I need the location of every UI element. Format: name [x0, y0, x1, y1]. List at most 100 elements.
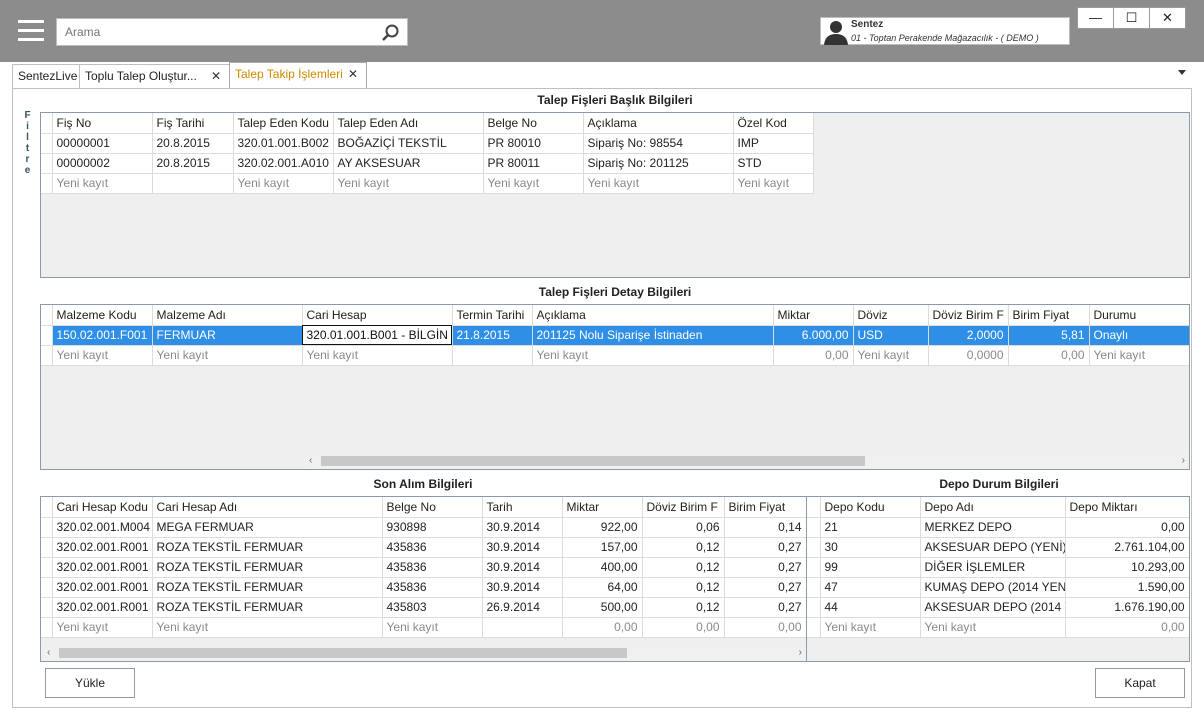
- table-row[interactable]: 21 MERKEZ DEPO 0,00: [807, 517, 1189, 538]
- column-header[interactable]: Döviz: [853, 305, 929, 326]
- table-cell[interactable]: ROZA TEKSTİL FERMUAR: [152, 557, 383, 578]
- table-cell[interactable]: 1.590,00: [1065, 577, 1189, 598]
- table-cell[interactable]: 00000002: [52, 153, 153, 174]
- table-cell[interactable]: 6.000,00: [773, 325, 854, 346]
- table-cell[interactable]: 30.9.2014: [482, 537, 563, 558]
- table-row[interactable]: 47 KUMAŞ DEPO (2014 YENİ 1.590,00: [807, 577, 1189, 598]
- column-header[interactable]: Talep Eden Kodu: [233, 113, 334, 134]
- column-header[interactable]: Depo Miktarı: [1065, 497, 1189, 518]
- column-header[interactable]: Belge No: [382, 497, 483, 518]
- tab-toplu-talep[interactable]: Toplu Talep Oluştur... ✕: [79, 64, 230, 88]
- table-cell[interactable]: 930898: [382, 517, 483, 538]
- new-record-row[interactable]: Yeni kayıt Yeni kayıt Yeni kayıt Yeni ka…: [41, 173, 814, 194]
- table-cell[interactable]: 435803: [382, 597, 483, 618]
- table-cell[interactable]: 201125 Nolu Siparişe İstinaden: [532, 325, 774, 346]
- table-cell[interactable]: 320.02.001.R001: [52, 597, 153, 618]
- table-cell[interactable]: Yeni kayıt: [302, 345, 453, 366]
- close-icon[interactable]: ✕: [348, 63, 358, 85]
- column-header[interactable]: Cari Hesap: [302, 305, 453, 326]
- column-header[interactable]: Belge No: [483, 113, 584, 134]
- table-row[interactable]: 320.02.001.R001 ROZA TEKSTİL FERMUAR 435…: [41, 557, 806, 578]
- table-cell[interactable]: 0,00: [1065, 617, 1189, 638]
- column-header[interactable]: Döviz Birim F: [928, 305, 1009, 326]
- table-cell[interactable]: 0,12: [642, 597, 725, 618]
- table-cell[interactable]: Yeni kayıt: [233, 173, 334, 194]
- table-cell[interactable]: FERMUAR: [152, 325, 303, 346]
- search-icon[interactable]: [381, 23, 401, 43]
- table-cell[interactable]: USD: [853, 325, 929, 346]
- column-header[interactable]: Fiş No: [52, 113, 153, 134]
- table-cell[interactable]: Yeni kayıt: [152, 617, 383, 638]
- column-header[interactable]: Cari Hesap Kodu: [52, 497, 153, 518]
- table-row[interactable]: 99 DİĞER İŞLEMLER 10.293,00: [807, 557, 1189, 578]
- table-cell[interactable]: 64,00: [562, 577, 643, 598]
- user-box[interactable]: Sentez 01 - Toptan Perakende Mağazacılık…: [820, 17, 1070, 45]
- table-cell[interactable]: MERKEZ DEPO: [920, 517, 1066, 538]
- table-cell[interactable]: 0,00: [1008, 345, 1090, 366]
- horizontal-scrollbar[interactable]: ‹ ›: [41, 645, 806, 661]
- table-cell[interactable]: 0,27: [724, 577, 806, 598]
- new-record-row[interactable]: Yeni kayıt Yeni kayıt Yeni kayıt 0,00 0,…: [41, 617, 806, 638]
- table-cell[interactable]: Yeni kayıt: [583, 173, 734, 194]
- column-header[interactable]: Depo Adı: [920, 497, 1066, 518]
- new-record-row[interactable]: Yeni kayıt Yeni kayıt Yeni kayıt Yeni ka…: [41, 345, 1189, 366]
- minimize-button[interactable]: —: [1077, 7, 1114, 29]
- table-cell[interactable]: Yeni kayıt: [733, 173, 814, 194]
- table-cell[interactable]: ROZA TEKSTİL FERMUAR: [152, 597, 383, 618]
- table-cell[interactable]: AKSESUAR DEPO (YENİ): [920, 537, 1066, 558]
- table-cell[interactable]: PR 80011: [483, 153, 584, 174]
- table-row[interactable]: 320.02.001.M004 MEGA FERMUAR 930898 30.9…: [41, 517, 806, 538]
- scroll-left-icon[interactable]: ‹: [47, 645, 50, 661]
- table-row[interactable]: 320.02.001.R001 ROZA TEKSTİL FERMUAR 435…: [41, 537, 806, 558]
- column-header[interactable]: Malzeme Kodu: [52, 305, 153, 326]
- table-cell[interactable]: STD: [733, 153, 814, 174]
- table-cell[interactable]: 47: [820, 577, 921, 598]
- table-cell[interactable]: 435836: [382, 557, 483, 578]
- table-cell[interactable]: MEGA FERMUAR: [152, 517, 383, 538]
- maximize-button[interactable]: ☐: [1113, 7, 1150, 29]
- table-cell[interactable]: 320.02.001.R001: [52, 537, 153, 558]
- column-header[interactable]: Açıklama: [583, 113, 734, 134]
- table-row[interactable]: 00000001 20.8.2015 320.01.001.B002 BOĞAZ…: [41, 133, 814, 154]
- table-row[interactable]: 00000002 20.8.2015 320.02.001.A010 AY AK…: [41, 153, 814, 174]
- table-cell[interactable]: 0,27: [724, 537, 806, 558]
- table-cell[interactable]: Sipariş No: 201125: [583, 153, 734, 174]
- table-cell[interactable]: 0,00: [773, 345, 854, 366]
- table-cell[interactable]: Yeni kayıt: [333, 173, 484, 194]
- table-cell[interactable]: 44: [820, 597, 921, 618]
- table-cell[interactable]: 0,00: [562, 617, 643, 638]
- table-cell[interactable]: 26.9.2014: [482, 597, 563, 618]
- column-header[interactable]: Malzeme Adı: [152, 305, 303, 326]
- table-cell[interactable]: 922,00: [562, 517, 643, 538]
- column-header[interactable]: Birim Fiyat: [1008, 305, 1090, 326]
- table-cell[interactable]: Yeni kayıt: [1089, 345, 1189, 366]
- table-cell[interactable]: 0,27: [724, 597, 806, 618]
- table-cell[interactable]: 99: [820, 557, 921, 578]
- table-cell[interactable]: Yeni kayıt: [532, 345, 774, 366]
- table-cell[interactable]: ROZA TEKSTİL FERMUAR: [152, 537, 383, 558]
- table-cell[interactable]: 150.02.001.F001: [52, 325, 153, 346]
- table-cell[interactable]: 157,00: [562, 537, 643, 558]
- table-cell[interactable]: Sipariş No: 98554: [583, 133, 734, 154]
- scrollbar-thumb[interactable]: [59, 648, 627, 658]
- table-cell[interactable]: 00000001: [52, 133, 153, 154]
- table-cell[interactable]: Yeni kayıt: [853, 345, 929, 366]
- close-window-button[interactable]: ✕: [1149, 7, 1186, 29]
- scroll-right-icon[interactable]: ›: [1182, 453, 1185, 469]
- tab-sentezlive[interactable]: SentezLive: [12, 64, 80, 88]
- table-cell[interactable]: 1.676.190,00: [1065, 597, 1189, 618]
- menu-icon[interactable]: [18, 20, 44, 42]
- column-header[interactable]: Tarih: [482, 497, 563, 518]
- table-cell[interactable]: Yeni kayıt: [52, 173, 153, 194]
- table-cell[interactable]: Yeni kayıt: [483, 173, 584, 194]
- table-cell[interactable]: 0,12: [642, 537, 725, 558]
- table-cell[interactable]: 21.8.2015: [452, 325, 533, 346]
- scroll-left-icon[interactable]: ‹: [309, 453, 312, 469]
- table-cell[interactable]: AY AKSESUAR: [333, 153, 484, 174]
- table-cell[interactable]: 30.9.2014: [482, 557, 563, 578]
- column-header[interactable]: Fiş Tarihi: [152, 113, 234, 134]
- table-cell[interactable]: Yeni kayıt: [52, 617, 153, 638]
- table-cell[interactable]: 500,00: [562, 597, 643, 618]
- table-cell[interactable]: 320.02.001.A010: [233, 153, 334, 174]
- column-header[interactable]: Cari Hesap Adı: [152, 497, 383, 518]
